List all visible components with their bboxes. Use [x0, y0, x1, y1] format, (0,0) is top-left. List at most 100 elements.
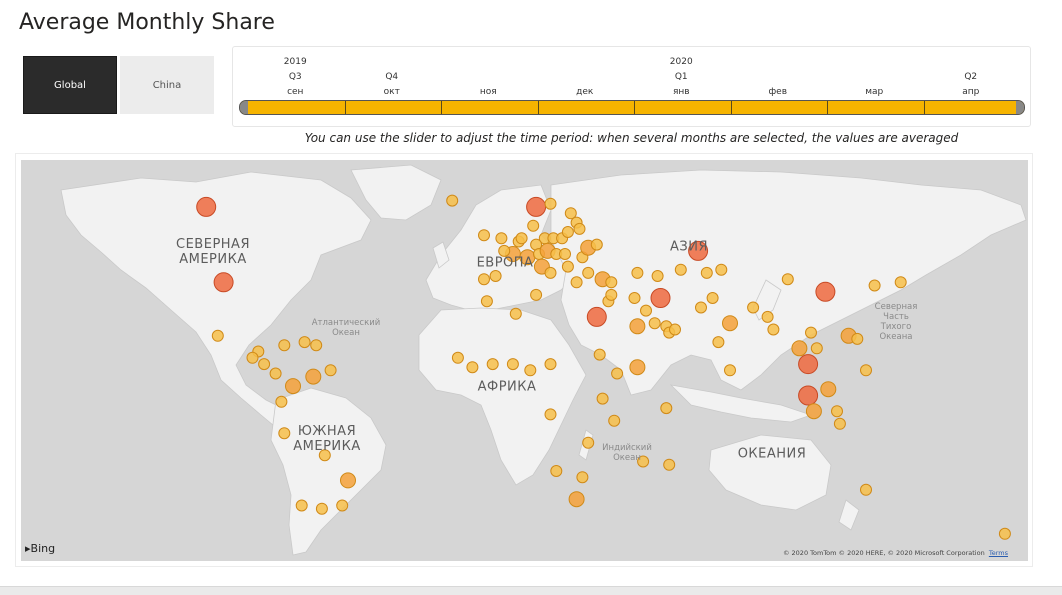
map-bubble-low[interactable] [582, 436, 595, 449]
map-bubble-low[interactable] [894, 276, 907, 289]
map-bubble-high[interactable] [213, 272, 234, 293]
slider-handle-start[interactable] [240, 101, 248, 114]
map-bubble-low[interactable] [446, 194, 459, 207]
map-bubble-low[interactable] [631, 266, 644, 279]
map-bubble-mid[interactable] [820, 381, 837, 398]
map-bubble-low[interactable] [278, 427, 291, 440]
map-bubble-low[interactable] [669, 323, 681, 336]
map-bubble-low[interactable] [573, 222, 586, 235]
map-bubble-high[interactable] [526, 196, 547, 217]
map-bubble-low[interactable] [544, 197, 557, 210]
map-bubble-mid[interactable] [791, 340, 808, 357]
map-bubble-low[interactable] [998, 527, 1011, 540]
map-bubble-high[interactable] [798, 354, 819, 375]
map-bubble-low[interactable] [544, 408, 557, 421]
map-bubble-low[interactable] [258, 358, 271, 371]
map-bubble-low[interactable] [582, 266, 595, 279]
map-bubble-high[interactable] [798, 385, 819, 406]
map-bubble-low[interactable] [489, 270, 502, 282]
map-bubble-low[interactable] [561, 260, 574, 273]
map-bubble-low[interactable] [466, 361, 479, 374]
map-bubble-low[interactable] [246, 351, 259, 364]
map-bubble-low[interactable] [278, 339, 291, 352]
map-bubble-low[interactable] [295, 499, 308, 512]
map-bubble-low[interactable] [593, 348, 606, 361]
global-button[interactable]: Global [23, 56, 117, 114]
map-bubble-low[interactable] [805, 326, 817, 339]
map-bubble-low[interactable] [275, 395, 288, 408]
map-bubble-low[interactable] [868, 279, 881, 292]
map-bubble-low[interactable] [269, 367, 282, 380]
map-bubble-low[interactable] [700, 266, 713, 279]
map-bubble-mid[interactable] [285, 378, 301, 395]
map-bubble-low[interactable] [315, 502, 328, 515]
world-map[interactable]: СЕВЕРНАЯ АМЕРИКА ЮЖНАЯ АМЕРИКА ЕВРОПА АФРИ… [21, 160, 1028, 561]
map-bubble-low[interactable] [608, 414, 621, 427]
map-bubble-low[interactable] [527, 219, 540, 232]
map-bubble-low[interactable] [310, 339, 323, 352]
map-bubble-low[interactable] [605, 288, 618, 301]
timeline-month-3[interactable]: ноя [480, 87, 497, 97]
map-bubble-low[interactable] [509, 307, 522, 320]
map-bubble-low[interactable] [530, 288, 543, 301]
time-slicer[interactable]: 2019 2020 Q3 Q4 Q1 Q2 сен окт ноя дек янв фев мар апр [232, 46, 1031, 127]
timeline-month-8[interactable]: апр [962, 87, 979, 97]
map-bubble-low[interactable] [561, 226, 574, 238]
map-bubble-low[interactable] [451, 351, 464, 364]
map-bubble-low[interactable] [706, 292, 719, 304]
map-bubble-low[interactable] [831, 405, 843, 418]
map-bubble-low[interactable] [478, 273, 490, 286]
map-bubble-mid[interactable] [722, 315, 738, 332]
slider-handle-end[interactable] [1016, 101, 1024, 114]
map-bubble-low[interactable] [605, 276, 618, 289]
map-bubble-mid[interactable] [629, 359, 646, 376]
map-bubble-low[interactable] [298, 336, 311, 349]
map-bubble-low[interactable] [715, 263, 728, 276]
map-bubble-low[interactable] [663, 458, 676, 471]
map-bubble-mid[interactable] [629, 318, 646, 335]
map-bubble-low[interactable] [651, 270, 664, 282]
map-bubble-low[interactable] [211, 329, 224, 342]
map-bubble-high[interactable] [196, 196, 217, 217]
timeline-month-4[interactable]: дек [576, 87, 593, 97]
map-bubble-low[interactable] [860, 364, 872, 377]
map-bubble-low[interactable] [640, 304, 652, 317]
map-bubble-low[interactable] [495, 232, 508, 245]
map-bubble-low[interactable] [524, 364, 537, 377]
map-bubble-low[interactable] [767, 323, 780, 336]
map-bubble-mid[interactable] [305, 368, 322, 385]
map-bubble-high[interactable] [650, 288, 671, 308]
map-bubble-low[interactable] [590, 238, 603, 251]
timeline-slider-track[interactable] [239, 100, 1025, 115]
timeline-month-6[interactable]: фев [768, 87, 787, 97]
map-bubble-mid[interactable] [568, 491, 585, 508]
map-bubble-low[interactable] [695, 301, 707, 314]
terms-link[interactable]: Terms [989, 549, 1008, 557]
map-bubble-low[interactable] [336, 499, 349, 512]
timeline-month-7[interactable]: мар [865, 87, 883, 97]
map-bubble-low[interactable] [660, 402, 673, 415]
map-bubble-low[interactable] [851, 332, 864, 345]
china-button[interactable]: China [120, 56, 214, 114]
map-bubble-low[interactable] [544, 358, 557, 371]
map-bubble-low[interactable] [596, 392, 609, 405]
map-bubble-low[interactable] [570, 276, 583, 289]
map-bubble-low[interactable] [712, 336, 725, 349]
map-bubble-low[interactable] [515, 232, 528, 245]
map-bubble-low[interactable] [478, 229, 490, 242]
map-bubble-low[interactable] [506, 358, 519, 371]
map-bubble-low[interactable] [550, 465, 563, 477]
map-bubble-low[interactable] [324, 364, 337, 377]
map-bubble-low[interactable] [559, 248, 571, 260]
map-bubble-low[interactable] [628, 292, 641, 304]
map-bubble-low[interactable] [576, 471, 589, 484]
map-bubble-low[interactable] [781, 273, 794, 286]
map-bubble-low[interactable] [860, 483, 872, 496]
map-bubble-mid[interactable] [340, 472, 356, 489]
map-bubble-low[interactable] [611, 367, 624, 380]
map-bubble-low[interactable] [480, 295, 493, 308]
timeline-month-5[interactable]: янв [673, 87, 690, 97]
map-bubble-low[interactable] [833, 417, 846, 430]
map-bubble-low[interactable] [486, 358, 499, 371]
map-bubble-high[interactable] [586, 306, 607, 327]
